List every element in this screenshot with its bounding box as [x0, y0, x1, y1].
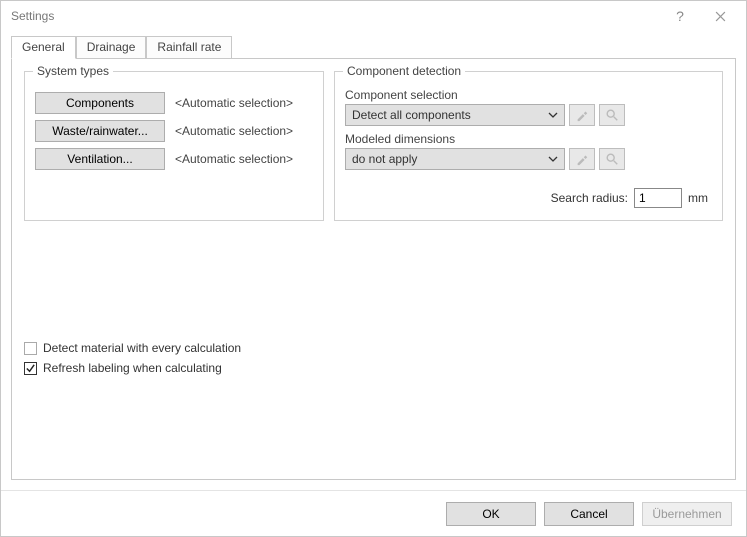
waste-rainwater-value: <Automatic selection>: [175, 124, 293, 138]
ok-button[interactable]: OK: [446, 502, 536, 526]
magnifier-icon: [605, 108, 619, 122]
title-bar: Settings ?: [1, 1, 746, 31]
search-radius-unit: mm: [688, 191, 708, 205]
tab-general[interactable]: General: [11, 36, 76, 59]
group-component-detection-legend: Component detection: [343, 64, 465, 78]
search-radius-input[interactable]: [634, 188, 682, 208]
refresh-labeling-checkbox[interactable]: [24, 362, 37, 375]
window-title: Settings: [11, 9, 660, 23]
apply-button[interactable]: Übernehmen: [642, 502, 732, 526]
search-radius-label: Search radius:: [551, 191, 628, 205]
group-system-types-legend: System types: [33, 64, 113, 78]
detect-material-checkbox[interactable]: [24, 342, 37, 355]
help-button[interactable]: ?: [660, 8, 700, 24]
component-selection-label: Component selection: [345, 88, 712, 102]
chevron-down-icon: [546, 156, 560, 162]
modeled-dimensions-eyedropper-button[interactable]: [569, 148, 595, 170]
component-selection-combo[interactable]: Detect all components: [345, 104, 565, 126]
tab-panel-general: System types Components <Automatic selec…: [11, 58, 736, 480]
components-button[interactable]: Components: [35, 92, 165, 114]
eyedropper-icon: [575, 152, 589, 166]
tab-rainfall-rate[interactable]: Rainfall rate: [146, 36, 232, 59]
group-component-detection: Component detection Component selection …: [334, 71, 723, 221]
group-system-types: System types Components <Automatic selec…: [24, 71, 324, 221]
ventilation-value: <Automatic selection>: [175, 152, 293, 166]
close-icon: [715, 11, 726, 22]
eyedropper-icon: [575, 108, 589, 122]
chevron-down-icon: [546, 112, 560, 118]
check-icon: [25, 363, 36, 374]
close-button[interactable]: [700, 2, 740, 30]
magnifier-icon: [605, 152, 619, 166]
ventilation-button[interactable]: Ventilation...: [35, 148, 165, 170]
tab-strip: General Drainage Rainfall rate: [11, 35, 736, 58]
modeled-dimensions-label: Modeled dimensions: [345, 132, 712, 146]
waste-rainwater-button[interactable]: Waste/rainwater...: [35, 120, 165, 142]
dialog-button-bar: OK Cancel Übernehmen: [1, 490, 746, 536]
component-selection-eyedropper-button[interactable]: [569, 104, 595, 126]
refresh-labeling-label: Refresh labeling when calculating: [43, 361, 222, 375]
detect-material-label: Detect material with every calculation: [43, 341, 241, 355]
modeled-dimensions-combo[interactable]: do not apply: [345, 148, 565, 170]
components-value: <Automatic selection>: [175, 96, 293, 110]
component-selection-search-button[interactable]: [599, 104, 625, 126]
tab-drainage[interactable]: Drainage: [76, 36, 147, 59]
component-selection-value: Detect all components: [352, 108, 471, 122]
modeled-dimensions-value: do not apply: [352, 152, 417, 166]
cancel-button[interactable]: Cancel: [544, 502, 634, 526]
modeled-dimensions-search-button[interactable]: [599, 148, 625, 170]
